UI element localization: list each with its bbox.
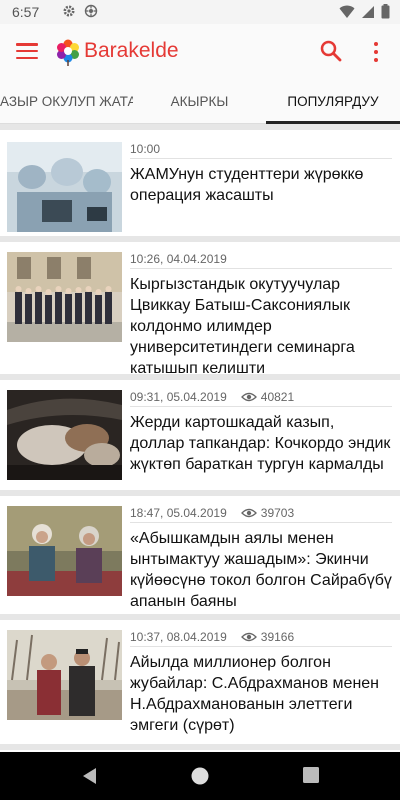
article-card[interactable]: 10:00 ЖАМУнун студенттери жүрөккө операц… <box>0 130 400 236</box>
view-count: 39703 <box>260 506 295 520</box>
system-navigation-bar <box>0 752 400 800</box>
article-divider <box>130 522 392 523</box>
view-count: 40821 <box>260 390 295 404</box>
article-title: Айылда миллионер болгон жубайлар: С.Абдр… <box>130 654 380 734</box>
article-views: 40821 <box>240 390 295 404</box>
settings-gear-icon <box>63 5 75 17</box>
article-feed[interactable]: 10:00 ЖАМУнун студенттери жүрөккө операц… <box>0 124 400 752</box>
article-divider <box>130 268 392 269</box>
article-thumbnail-surgery <box>7 142 122 232</box>
article-divider <box>130 158 392 159</box>
battery-icon <box>381 4 390 19</box>
app-title: Barakelde <box>84 39 179 62</box>
article-time: 10:37, 08.04.2019 <box>130 630 227 644</box>
menu-hamburger-icon[interactable] <box>16 40 38 62</box>
app-bar: Barakelde <box>0 24 400 80</box>
article-meta: 10:26, 04.04.2019 <box>130 252 227 266</box>
article-title: ЖАМУнун студенттери жүрөккө операция жас… <box>130 166 364 204</box>
article-thumbnail-car-trunk <box>7 390 122 480</box>
article-time: 18:47, 05.04.2019 <box>130 506 227 520</box>
article-meta: 10:37, 08.04.2019 39166 <box>130 630 294 644</box>
article-meta: 18:47, 05.04.2019 39703 <box>130 506 294 520</box>
article-time: 10:00 <box>130 142 161 156</box>
article-time: 10:26, 04.04.2019 <box>130 252 227 266</box>
tab-popular[interactable]: ПОПУЛЯРДУУ <box>266 80 400 124</box>
signal-icon <box>362 5 374 18</box>
search-icon[interactable] <box>318 38 344 64</box>
article-meta: 10:00 <box>130 142 160 156</box>
article-card[interactable]: 09:31, 05.04.2019 40821 Жерди картошкада… <box>0 380 400 490</box>
eye-icon <box>240 392 257 402</box>
tab-bar: АЗЫР ОКУЛУП ЖАТАТ АКЫРКЫ ПОПУЛЯРДУУ <box>0 80 400 124</box>
article-views: 39703 <box>240 506 295 520</box>
wifi-icon <box>339 5 355 18</box>
view-count: 39166 <box>260 630 295 644</box>
home-icon[interactable] <box>190 766 210 786</box>
article-title: Жерди картошкадай казып, доллар тапканда… <box>130 414 391 473</box>
article-card[interactable]: 10:37, 08.04.2019 39166 Айылда миллионер… <box>0 620 400 744</box>
status-time: 6:57 <box>12 4 40 20</box>
recents-icon[interactable] <box>302 766 320 784</box>
article-title: «Абышкамдын аялы менен ынтымактуу жашады… <box>130 530 392 610</box>
eye-icon <box>240 508 257 518</box>
tab-latest[interactable]: АКЫРКЫ <box>133 80 266 124</box>
barakelde-logo-icon <box>57 39 79 66</box>
article-title: Кыргызстандык окутуучулар Цвиккау Батыш-… <box>130 276 355 377</box>
article-time: 09:31, 05.04.2019 <box>130 390 227 404</box>
article-card[interactable]: 10:26, 04.04.2019 Кыргызстандык окутуучу… <box>0 242 400 377</box>
app-notification-icon <box>84 4 98 18</box>
article-meta: 09:31, 05.04.2019 40821 <box>130 390 294 404</box>
eye-icon <box>240 632 257 642</box>
article-thumbnail-group-photo <box>7 252 122 342</box>
article-thumbnail-couple-orchard <box>7 630 122 720</box>
article-card[interactable]: 18:47, 05.04.2019 39703 «Абышкамдын аялы… <box>0 496 400 614</box>
article-divider <box>130 646 392 647</box>
tab-now-reading[interactable]: АЗЫР ОКУЛУП ЖАТАТ <box>0 80 133 124</box>
article-views: 39166 <box>240 630 295 644</box>
back-icon[interactable] <box>80 766 98 786</box>
article-divider <box>130 406 392 407</box>
status-bar: 6:57 <box>0 0 400 24</box>
more-options-icon[interactable] <box>366 40 386 64</box>
article-thumbnail-elderly-women <box>7 506 122 596</box>
